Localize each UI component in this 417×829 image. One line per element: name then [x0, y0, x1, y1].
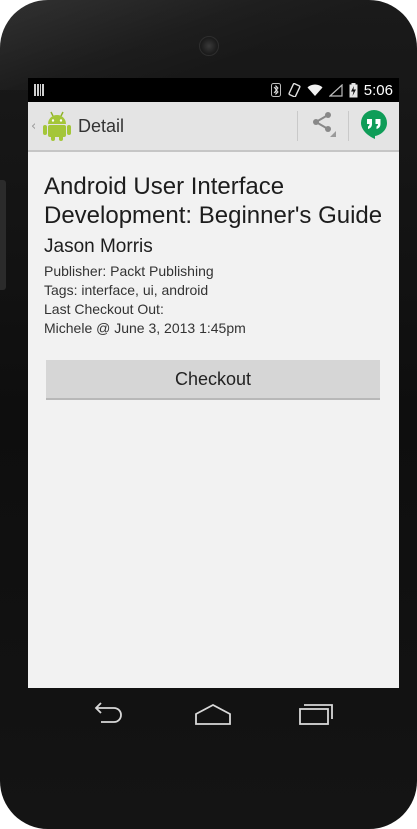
notification-icon: [34, 84, 44, 96]
recent-apps-icon: [296, 702, 334, 730]
share-icon: [309, 110, 337, 142]
back-icon: [90, 702, 128, 730]
status-bar: 5:06: [28, 78, 399, 102]
checkout-button[interactable]: Checkout: [46, 360, 380, 400]
screen: 5:06 ‹ Detail Android User Interface Dev…: [28, 78, 399, 688]
signal-icon: [328, 83, 343, 97]
hangouts-button[interactable]: [349, 102, 399, 150]
share-button[interactable]: [298, 102, 348, 150]
phone-frame: 5:06 ‹ Detail Android User Interface Dev…: [0, 0, 417, 829]
last-checkout-value: Michele @ June 3, 2013 1:45pm: [44, 320, 246, 336]
bluetooth-icon: [270, 83, 281, 97]
book-tags: Tags: interface, ui, android: [44, 282, 209, 298]
wifi-icon: [307, 84, 323, 97]
vibrate-icon: [287, 83, 301, 97]
last-checkout-label: Last Checkout Out:: [44, 301, 164, 317]
home-button[interactable]: [188, 696, 238, 736]
action-bar: ‹ Detail: [28, 102, 399, 152]
detail-content: Android User Interface Development: Begi…: [28, 152, 399, 400]
battery-charging-icon: [349, 82, 358, 98]
book-publisher: Publisher: Packt Publishing: [44, 263, 214, 279]
navigation-bar: [28, 696, 399, 736]
hangouts-icon: [360, 109, 388, 143]
book-title: Android User Interface Development: Begi…: [44, 173, 383, 229]
status-clock: 5:06: [363, 81, 393, 99]
up-navigation-icon[interactable]: ‹: [31, 119, 39, 134]
volume-button: [0, 180, 6, 290]
android-robot-icon[interactable]: [42, 110, 72, 142]
action-bar-title: Detail: [78, 115, 125, 136]
home-icon: [193, 702, 233, 730]
recent-apps-button[interactable]: [290, 696, 340, 736]
back-button[interactable]: [84, 696, 134, 736]
earpiece-speaker: [199, 36, 219, 56]
book-author: Jason Morris: [44, 236, 153, 257]
